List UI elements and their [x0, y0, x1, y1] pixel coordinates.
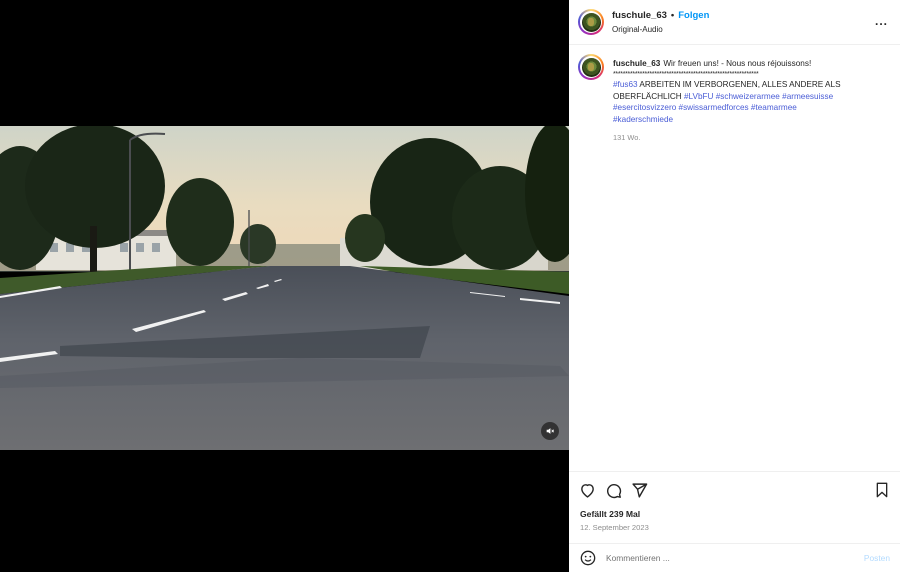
follow-button[interactable]: Folgen	[678, 10, 709, 21]
speaker-muted-icon	[546, 428, 555, 434]
comment-bar: Posten	[569, 543, 900, 572]
avatar[interactable]	[578, 54, 604, 80]
hashtag-link[interactable]: #schweizerarmee	[716, 92, 780, 101]
emoji-button[interactable]	[580, 550, 596, 566]
post-age[interactable]: 131 Wo.	[613, 132, 853, 144]
post-date[interactable]: 12. September 2023	[580, 523, 649, 532]
hashtag-link[interactable]: #LVbFU	[684, 92, 713, 101]
caption-intro-text: Wir freuen uns! - Nous nous réjouissons!	[663, 59, 812, 68]
media-area	[0, 0, 569, 572]
separator-dot: •	[670, 10, 675, 21]
smiley-icon	[580, 550, 596, 566]
likes-count[interactable]: Gefällt 239 Mal	[580, 509, 640, 519]
share-button[interactable]	[630, 481, 648, 499]
hashtag-link[interactable]: #kaderschmiede	[613, 115, 673, 124]
comment-button[interactable]	[604, 481, 622, 499]
post-header: fuschule_63 • Folgen Original-Audio ...	[569, 0, 900, 45]
hashtag-link[interactable]: #teamarmee	[751, 103, 797, 112]
profile-picture	[581, 57, 601, 77]
caption-separator-stars: ****************************************…	[613, 70, 759, 78]
mute-toggle-button[interactable]	[541, 422, 559, 440]
bookmark-icon	[876, 482, 888, 498]
more-options-button[interactable]: ...	[875, 14, 888, 28]
comment-input[interactable]	[606, 551, 846, 565]
hashtag-link[interactable]: #armeesuisse	[782, 92, 833, 101]
header-user-line: fuschule_63 • Folgen	[612, 10, 709, 21]
hashtag-link[interactable]: #swissarmedforces	[679, 103, 749, 112]
post-video[interactable]	[0, 126, 569, 450]
video-frame	[0, 126, 569, 450]
profile-picture	[581, 12, 601, 32]
post-side-panel: fuschule_63 • Folgen Original-Audio ... fu…	[569, 0, 900, 572]
comments-area: fuschule_63 Wir freuen uns! - Nous nous r…	[569, 46, 900, 470]
send-icon	[631, 482, 647, 498]
comment-icon	[606, 483, 621, 498]
heart-icon	[580, 483, 594, 498]
instagram-post: fuschule_63 • Folgen Original-Audio ... fu…	[0, 0, 900, 572]
avatar[interactable]	[578, 9, 604, 35]
username-link[interactable]: fuschule_63	[612, 10, 667, 21]
like-button[interactable]	[578, 481, 596, 499]
hashtag-link[interactable]: #fus63	[613, 80, 638, 89]
hashtag-link[interactable]: #esercitosvizzero	[613, 103, 676, 112]
audio-link[interactable]: Original-Audio	[612, 25, 663, 34]
post-comment-button[interactable]: Posten	[864, 553, 890, 563]
action-bar: Gefällt 239 Mal 12. September 2023	[569, 471, 900, 535]
caption-username[interactable]: fuschule_63	[613, 59, 660, 68]
post-caption: fuschule_63 Wir freuen uns! - Nous nous r…	[613, 58, 853, 144]
save-button[interactable]	[873, 481, 891, 499]
